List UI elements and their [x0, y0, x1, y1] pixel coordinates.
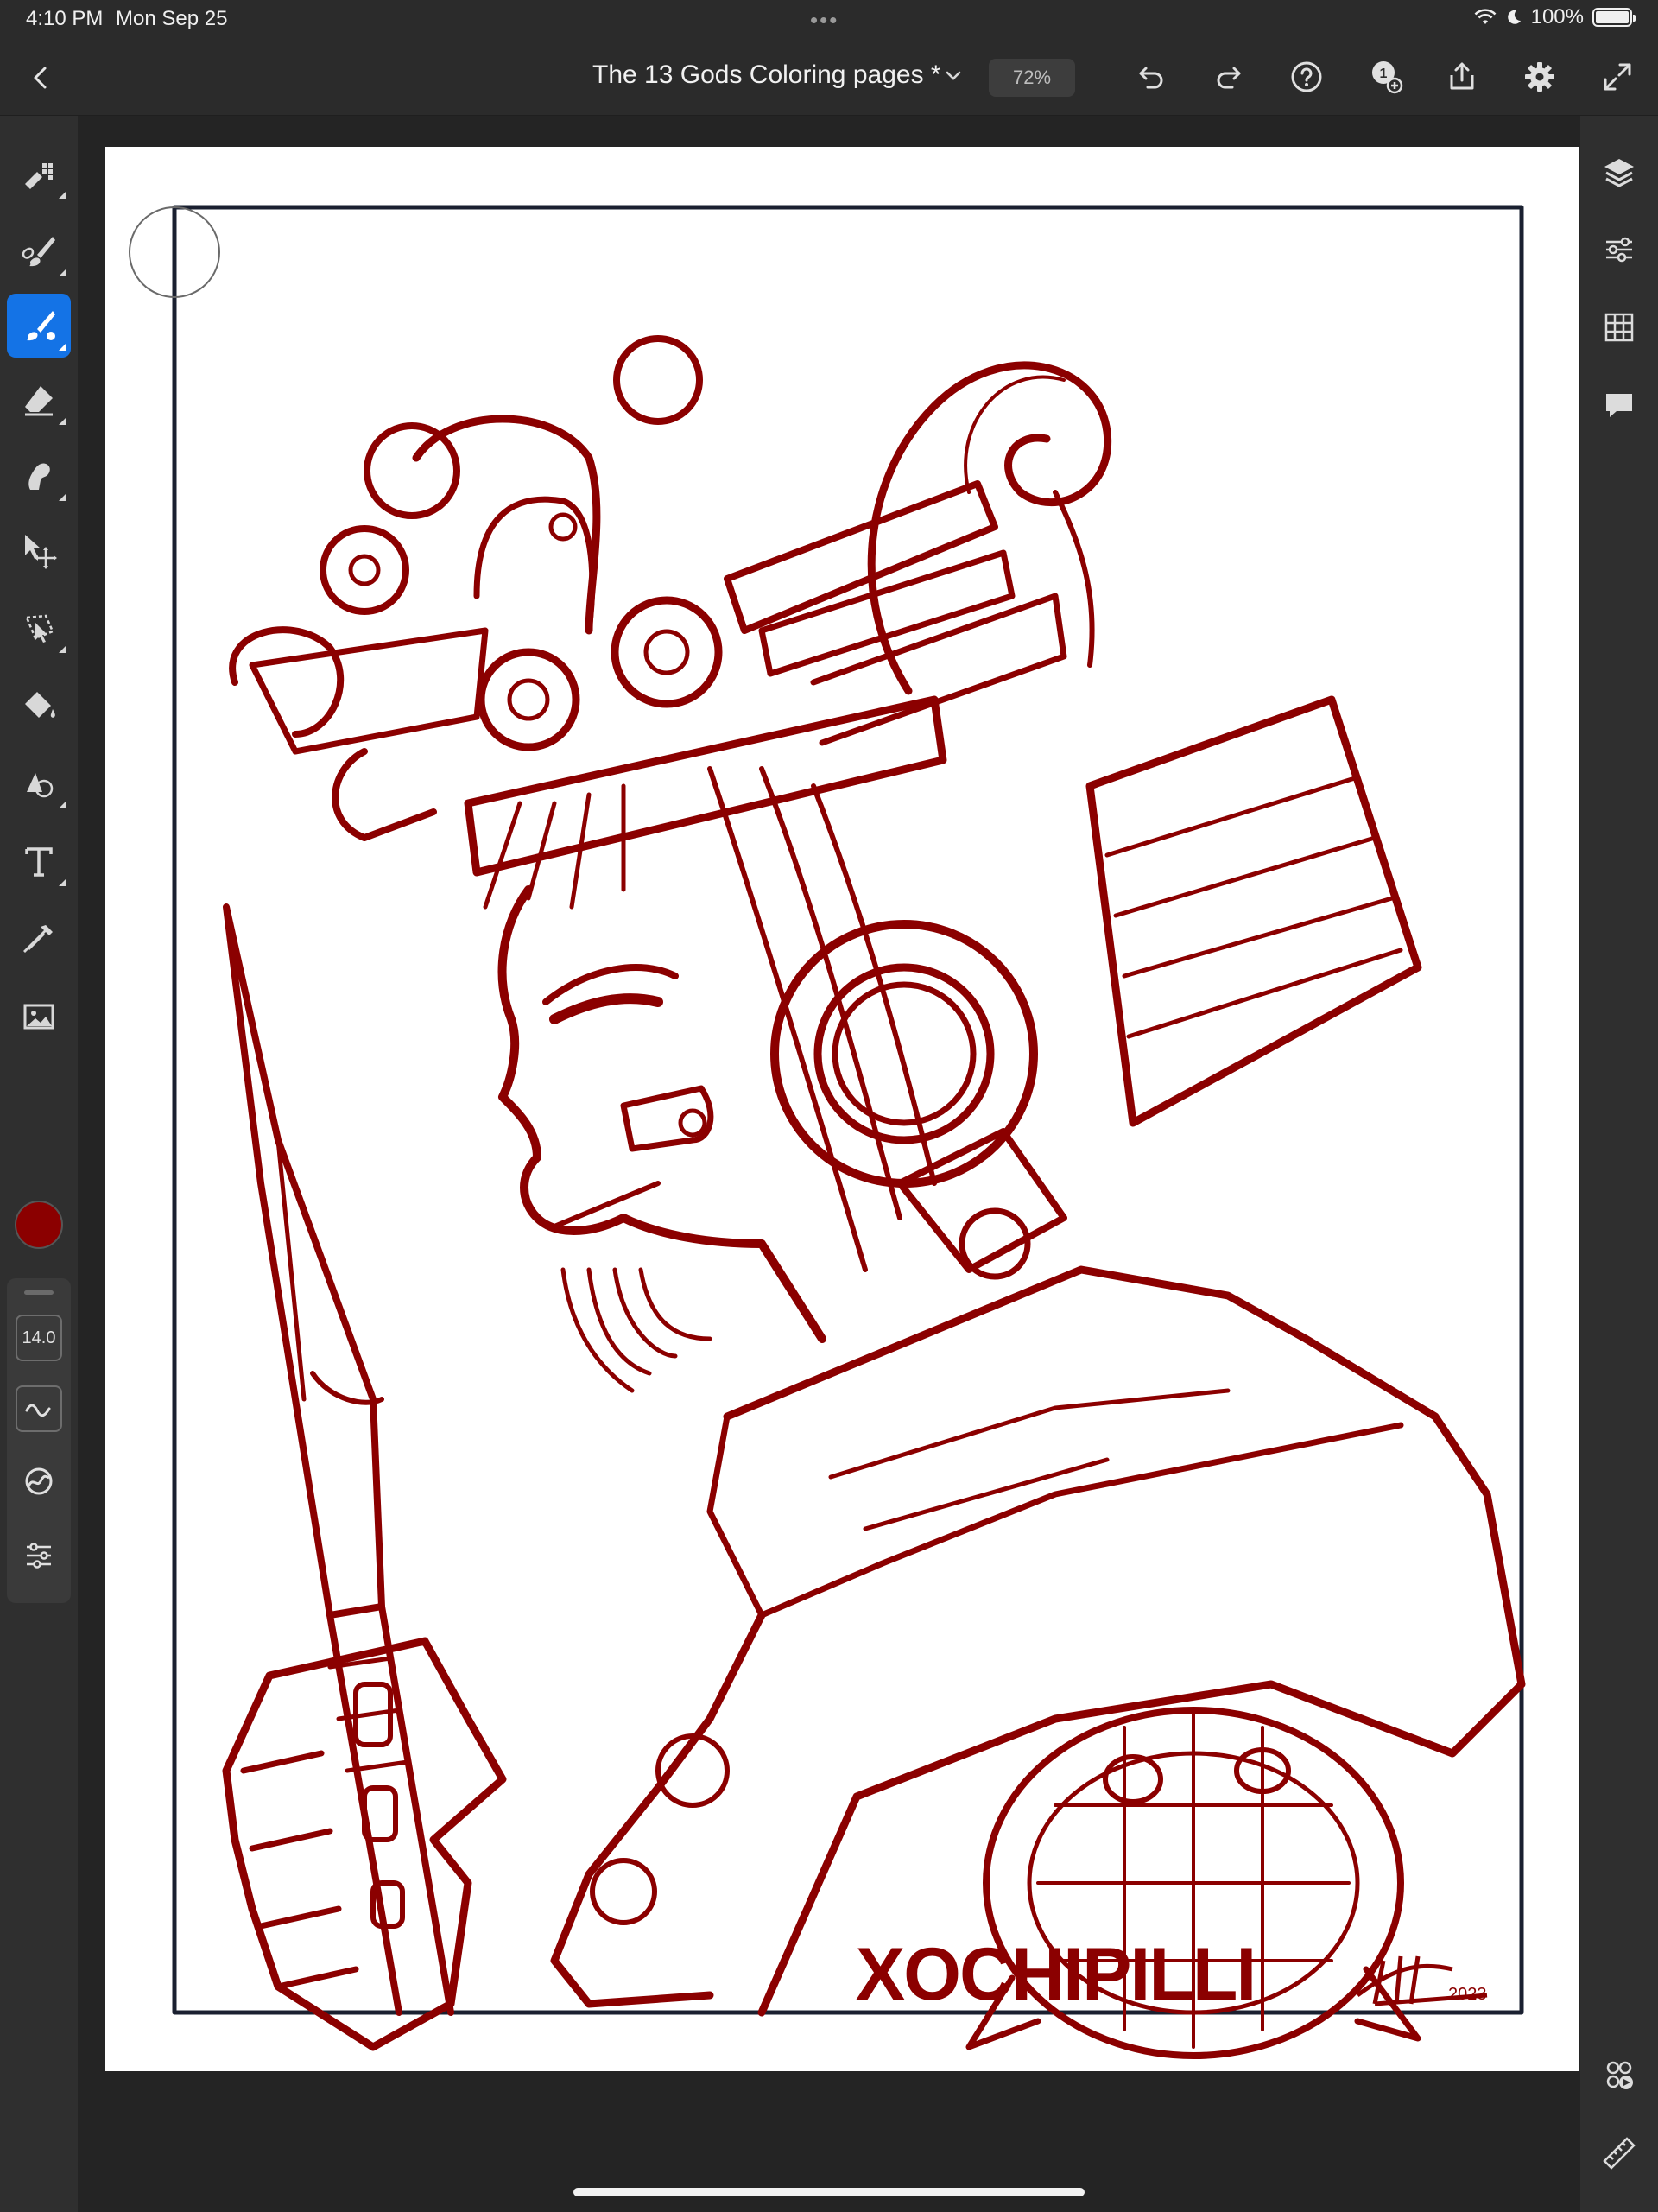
share-icon [1450, 62, 1474, 90]
battery-percent: 100% [1530, 5, 1584, 29]
tool-fill[interactable] [7, 674, 71, 738]
document-menu-button[interactable] [941, 64, 965, 88]
wave-icon [25, 1404, 51, 1417]
adjustments-icon [1606, 237, 1632, 263]
back-button[interactable] [24, 60, 59, 95]
left-toolbar: 14.0 [0, 116, 78, 2212]
layer-properties-button[interactable] [1594, 225, 1644, 275]
brush-smoothing-button[interactable] [16, 1385, 62, 1432]
redo-button[interactable] [1209, 57, 1249, 97]
tool-pixel-brush[interactable] [7, 142, 71, 206]
paint-bucket-icon [25, 692, 55, 718]
text-icon [25, 847, 53, 877]
live-share-icon [1606, 2061, 1633, 2089]
help-icon [1291, 61, 1322, 92]
app-header: The 13 Gods Coloring pages * 72% 1 [0, 38, 1658, 116]
multitasking-dots-icon[interactable]: ••• [810, 7, 838, 34]
image-icon [23, 1004, 54, 1030]
vector-brush-icon [27, 311, 55, 341]
tool-paint-brush[interactable] [7, 219, 71, 283]
invite-button[interactable]: 1 [1366, 57, 1406, 97]
status-time: 4:10 PM [26, 7, 104, 30]
fullscreen-button[interactable] [1598, 57, 1637, 97]
live-stream-button[interactable] [1594, 2050, 1644, 2101]
document-title[interactable]: The 13 Gods Coloring pages * [592, 60, 941, 90]
home-indicator[interactable] [573, 2188, 1085, 2196]
tool-move[interactable] [7, 518, 71, 582]
invite-user-icon: 1 [1372, 61, 1403, 94]
paint-brush-icon [22, 237, 55, 267]
tool-image-import[interactable] [7, 985, 71, 1049]
smudge-icon [28, 463, 50, 490]
tool-lasso-select[interactable] [7, 596, 71, 660]
chevron-left-icon [34, 67, 47, 89]
artwork-caption: XOCHIPILLI [856, 1933, 1256, 2016]
tool-eraser[interactable] [7, 368, 71, 432]
comments-button[interactable] [1594, 380, 1644, 430]
brush-settings-panel: 14.0 [7, 1278, 71, 1603]
sliders-icon [27, 1543, 51, 1569]
tool-smudge[interactable] [7, 444, 71, 508]
eyedropper-icon [23, 925, 53, 953]
grid-button[interactable] [1594, 302, 1644, 352]
redo-icon [1217, 67, 1241, 89]
settings-button[interactable] [1520, 57, 1560, 97]
layers-icon [1604, 159, 1634, 187]
liquify-icon [27, 773, 54, 798]
artwork-illustration[interactable]: XOCHIPILLI 2023 [105, 147, 1579, 2071]
chevron-down-icon [946, 71, 961, 80]
layers-button[interactable] [1594, 147, 1644, 197]
artboard[interactable]: XOCHIPILLI 2023 [105, 147, 1579, 2071]
svg-text:1: 1 [1380, 67, 1388, 81]
zoom-level[interactable]: 72% [989, 59, 1075, 97]
tool-eyedropper[interactable] [7, 907, 71, 971]
brush-settings-button[interactable] [16, 1532, 62, 1579]
wifi-icon [1474, 9, 1497, 24]
share-button[interactable] [1442, 57, 1482, 97]
gear-icon [1525, 62, 1554, 92]
status-date: Mon Sep 25 [116, 7, 228, 30]
undo-icon [1139, 67, 1163, 89]
brush-stabilizer-button[interactable] [16, 1458, 62, 1505]
status-bar: 4:10 PM Mon Sep 25 ••• 100% [0, 0, 1658, 38]
ruler-button[interactable] [1594, 2128, 1644, 2178]
color-picker-swatch[interactable] [15, 1201, 63, 1249]
ruler-icon [1603, 2137, 1636, 2170]
tool-liquify[interactable] [7, 751, 71, 815]
stabilizer-icon [25, 1467, 53, 1495]
expand-icon [1604, 63, 1631, 91]
tool-text[interactable] [7, 829, 71, 893]
moon-icon [1507, 10, 1521, 24]
eraser-icon [25, 386, 53, 416]
panel-drag-handle[interactable] [24, 1290, 54, 1295]
help-button[interactable] [1287, 57, 1326, 97]
lasso-icon [25, 614, 54, 643]
pixel-brush-icon [25, 163, 53, 189]
brush-size-field[interactable]: 14.0 [16, 1315, 62, 1361]
move-icon [25, 535, 57, 569]
comment-icon [1606, 394, 1632, 417]
signature-year: 2023 [1448, 1985, 1487, 2004]
status-right: 100% [1474, 5, 1636, 29]
tool-vector-brush[interactable] [7, 294, 71, 358]
right-toolbar [1580, 116, 1658, 2212]
undo-button[interactable] [1131, 57, 1171, 97]
battery-icon [1592, 8, 1636, 27]
grid-icon [1604, 313, 1634, 342]
